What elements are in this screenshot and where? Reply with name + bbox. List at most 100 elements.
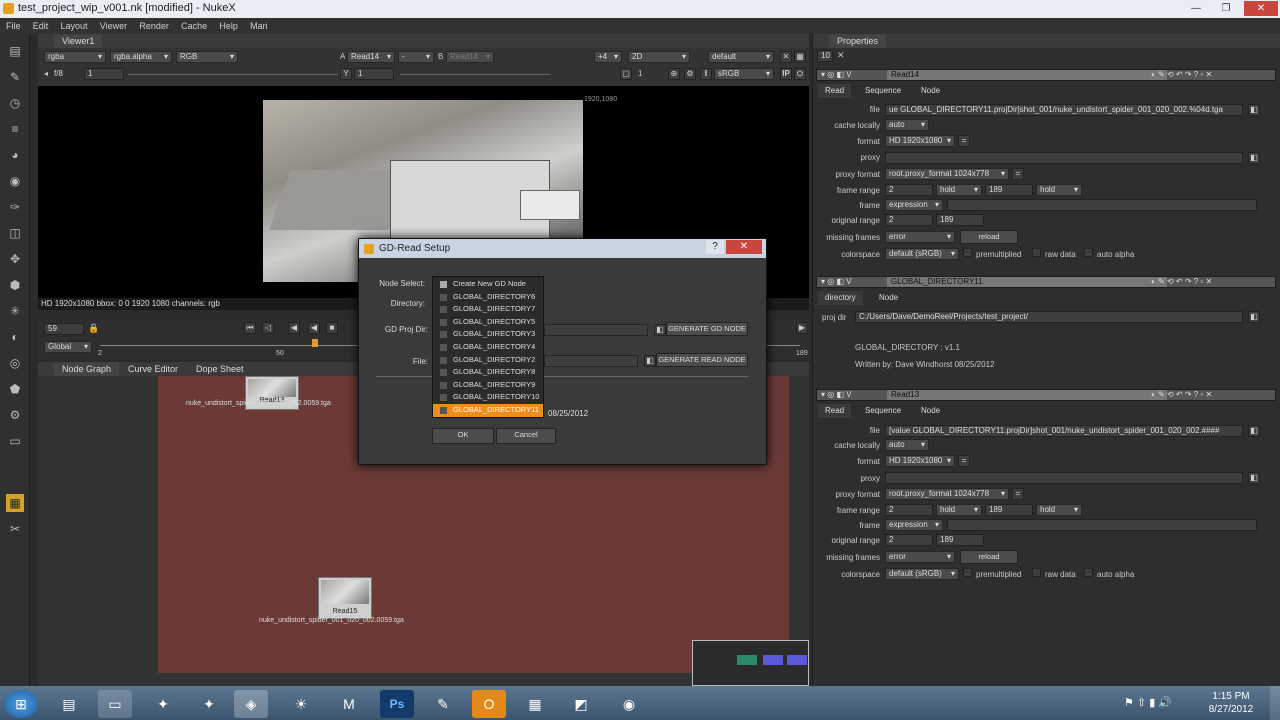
dialog-help-button[interactable]: ? [706,240,724,254]
premultiplied-checkbox[interactable] [963,568,972,577]
input-a-op-select[interactable]: - [398,51,434,63]
dropdown-option[interactable]: GLOBAL_DIRECTORY4 [433,341,543,354]
tab-directory[interactable]: directory [818,291,863,305]
dropdown-option[interactable]: GLOBAL_DIRECTORY5 [433,316,543,329]
particles-tool-icon[interactable]: ✳ [6,302,24,320]
3d-tool-icon[interactable]: ⬢ [6,276,24,294]
gain-field[interactable]: 1 [84,68,124,80]
file-field[interactable] [544,355,638,367]
generate-gd-node-button[interactable]: GENERATE GD NODE [666,322,748,336]
dropdown-option-selected[interactable]: GLOBAL_DIRECTORY11 [433,404,543,417]
gamma-slider[interactable] [400,74,550,75]
gd-proj-dir-field[interactable] [544,324,648,336]
node-graph-minimap[interactable] [692,640,809,686]
notepad-icon[interactable]: ✎ [426,690,460,718]
menu-help[interactable]: Help [219,18,238,34]
fstop-value[interactable]: f/8 [54,69,63,78]
file-browse-icon[interactable]: ◧ [644,355,656,367]
prev-key-icon[interactable]: ◁ [262,322,274,334]
outlook-icon[interactable]: O [472,690,506,718]
app-icon[interactable]: ▦ [518,690,552,718]
menu-file[interactable]: File [6,18,21,34]
merge-tool-icon[interactable]: ◫ [6,224,24,242]
panel-controls-icon[interactable]: ▾ ◎ ◧ V [821,70,852,79]
view-mode-select[interactable]: 2D [628,51,690,63]
panel-controls-icon[interactable]: ▾ ◎ ◧ V [821,277,852,286]
furnace-tool-icon[interactable]: ▭ [6,432,24,450]
read14-panel-header[interactable]: ▾ ◎ ◧ V Read14 ◐ ✎ ⟲ ↶ ↷ ? ▫ ✕ [816,69,1276,81]
panel-node-name[interactable]: GLOBAL_DIRECTORY11 [887,277,1167,287]
frame-expression-field[interactable] [947,199,1257,211]
cache-locally-select[interactable]: auto [885,439,929,451]
channel-tool-icon[interactable]: ≡ [6,120,24,138]
dropdown-option[interactable]: GLOBAL_DIRECTORY8 [433,366,543,379]
auto-alpha-checkbox[interactable] [1084,248,1093,257]
frame-expression-field[interactable] [947,519,1257,531]
tab-node[interactable]: Node [914,404,947,418]
time-tool-icon[interactable]: ◷ [6,94,24,112]
premultiplied-checkbox[interactable] [963,248,972,257]
menu-edit[interactable]: Edit [33,18,49,34]
minimize-button[interactable]: — [1184,1,1208,16]
colorspace-select[interactable]: sRGB [714,68,774,80]
raw-data-checkbox[interactable] [1032,248,1041,257]
raw-data-checkbox[interactable] [1032,568,1041,577]
views-tool-icon[interactable]: ◎ [6,354,24,372]
original-range-start[interactable]: 2 [885,214,933,226]
colorspace-select[interactable]: default (sRGB) [885,248,959,260]
lock-range-icon[interactable]: 🔒 [88,323,99,334]
dropdown-option[interactable]: GLOBAL_DIRECTORY6 [433,291,543,304]
format-edit-icon[interactable]: = [958,135,970,147]
toolsets-tool-icon[interactable]: ✂ [6,520,24,538]
prev-frame-icon[interactable]: ◀ [288,322,300,334]
clear-panels-icon[interactable]: ✕ [837,50,845,61]
input-a-select[interactable]: Read14 [347,51,395,63]
tab-read[interactable]: Read [818,84,852,98]
frame-range-after-select[interactable]: hold [1036,184,1082,196]
tab-read[interactable]: Read [818,404,852,418]
frame-range-before-select[interactable]: hold [936,184,982,196]
other-tool-icon[interactable]: ⚙ [6,406,24,424]
first-frame-icon[interactable]: ⏮ [244,322,256,334]
global-directory-panel-header[interactable]: ▾ ◎ ◧ V GLOBAL_DIRECTORY11 ◐ ✎ ⟲ ↶ ↷ ? ▫… [816,276,1276,288]
file-field[interactable]: ue GLOBAL_DIRECTORY11.projDir]shot_001/n… [885,104,1243,116]
maya-icon[interactable]: M [332,690,366,718]
read13-panel-header[interactable]: ▾ ◎ ◧ V Read13 ◐ ✎ ⟲ ↶ ↷ ? ▫ ✕ [816,389,1276,401]
proxy-field[interactable] [885,472,1243,484]
colorspace-select[interactable]: default (sRGB) [885,568,959,580]
menu-layout[interactable]: Layout [61,18,88,34]
tab-node-graph[interactable]: Node Graph [54,362,120,376]
original-range-start[interactable]: 2 [885,534,933,546]
cache-locally-select[interactable]: auto [885,119,929,131]
gizmo-tool-icon[interactable]: ▦ [6,494,24,512]
frame-range-start[interactable]: 2 [885,504,933,516]
roi-icon[interactable]: ▢ [620,68,632,80]
sun-app-icon[interactable]: ☀ [284,690,318,718]
lock-icon[interactable]: ⛭ [794,68,806,80]
node-select-dropdown[interactable]: Create New GD Node GLOBAL_DIRECTORY6 GLO… [432,276,544,418]
frame-range-end[interactable]: 189 [985,184,1033,196]
tab-sequence[interactable]: Sequence [858,84,908,98]
nuke-icon[interactable]: ✦ [192,690,226,718]
proxy-format-select[interactable]: root.proxy_format 1024x778 [885,488,1009,500]
file-browse-icon[interactable]: ◧ [1248,104,1260,116]
dialog-close-button[interactable]: ✕ [726,240,762,254]
display-channel-select[interactable]: RGB [176,51,238,63]
viewer-settings-icon[interactable]: ▦ [794,51,806,63]
downrez-select[interactable]: +4 [594,51,622,63]
reload-button[interactable]: reload [960,550,1018,564]
cancel-button[interactable]: Cancel [496,428,556,444]
tab-sequence[interactable]: Sequence [858,404,908,418]
proj-dir-browse-icon[interactable]: ◧ [1248,311,1260,323]
proxy-browse-icon[interactable]: ◧ [1248,152,1260,164]
menu-cache[interactable]: Cache [181,18,207,34]
format-select[interactable]: HD 1920x1080 [885,455,955,467]
dropdown-option[interactable]: GLOBAL_DIRECTORY2 [433,354,543,367]
missing-frames-select[interactable]: error [885,231,955,243]
tab-dope-sheet[interactable]: Dope Sheet [188,362,252,376]
clipping-icon[interactable]: ⊕ [668,68,680,80]
cache-icon[interactable]: ⚙ [684,68,696,80]
metadata-tool-icon[interactable]: ⬟ [6,380,24,398]
ip-button[interactable]: IP [780,68,792,80]
read-node-read15[interactable]: Read15 [318,577,372,619]
